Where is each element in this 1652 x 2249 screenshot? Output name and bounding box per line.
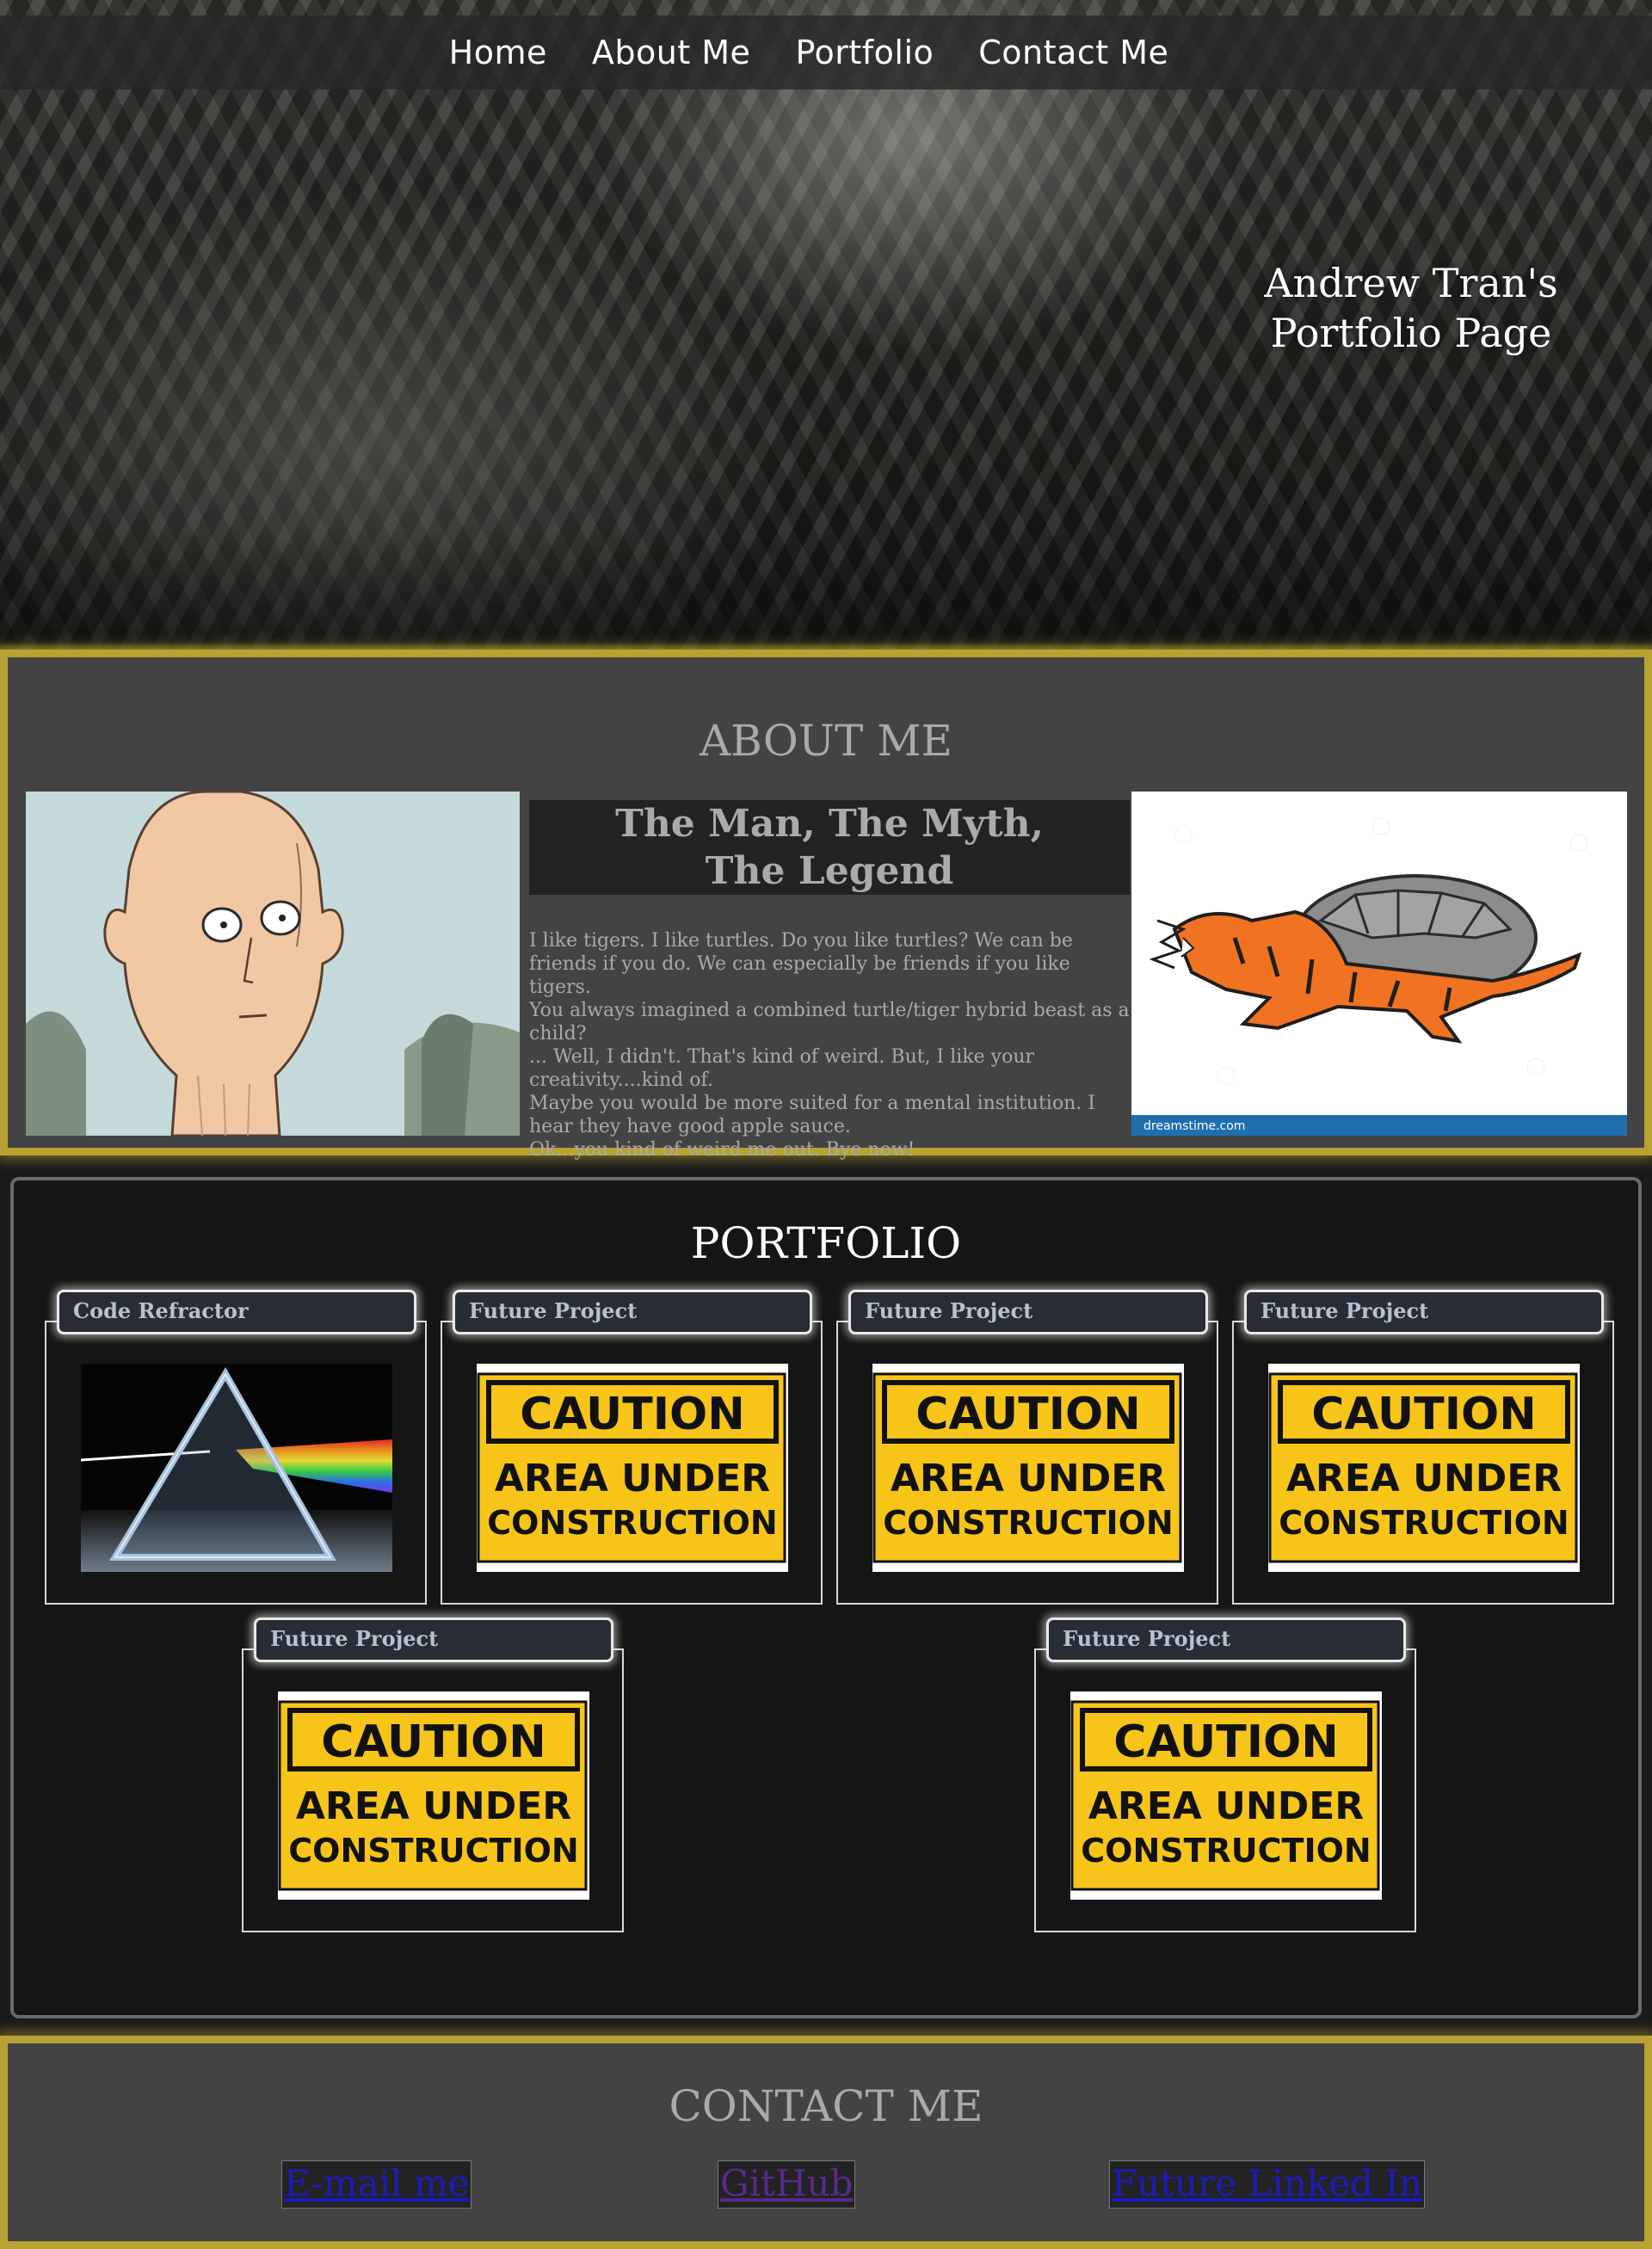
about-heading: ABOUT ME xyxy=(700,716,952,766)
caution-text: CAUTION xyxy=(321,1716,546,1768)
contact-section: CONTACT ME E-mail me GitHub Future Linke… xyxy=(0,2036,1652,2249)
caution-text-line3: CONSTRUCTION xyxy=(883,1504,1173,1542)
caution-sign-image[interactable]: CAUTION AREA UNDER CONSTRUCTION xyxy=(1070,1691,1382,1900)
prism-image[interactable] xyxy=(81,1364,392,1572)
card-title: Future Project xyxy=(1244,1290,1604,1334)
bald-hero-illustration xyxy=(26,792,520,1136)
caution-text-line3: CONSTRUCTION xyxy=(487,1504,777,1542)
hero-shade xyxy=(0,529,1652,650)
page-title: Andrew Tran's Portfolio Page xyxy=(1264,260,1558,356)
caution-sign: CAUTION AREA UNDER CONSTRUCTION xyxy=(477,1364,788,1572)
caution-text: CAUTION xyxy=(520,1389,745,1440)
caution-text-line3: CONSTRUCTION xyxy=(1279,1504,1569,1542)
linkedin-link[interactable]: Future Linked In xyxy=(1109,2160,1425,2209)
nav-about-link[interactable]: About Me xyxy=(592,34,751,71)
about-content: The Man, The Myth, The Legend I like tig… xyxy=(529,792,1130,1161)
about-section: ABOUT ME The Man, The Myth, The Legend I… xyxy=(0,650,1652,1161)
portfolio-card-future-project[interactable]: Future Project CAUTION AREA UNDER CONSTR… xyxy=(441,1290,823,1605)
nav-portfolio-link[interactable]: Portfolio xyxy=(795,34,934,71)
portfolio-card-future-project[interactable]: Future Project CAUTION AREA UNDER CONSTR… xyxy=(242,1617,624,1932)
caution-sign-image[interactable]: CAUTION AREA UNDER CONSTRUCTION xyxy=(1268,1364,1580,1572)
caution-sign: CAUTION AREA UNDER CONSTRUCTION xyxy=(1268,1364,1580,1572)
tiger-turtle-image: dreamstime.com xyxy=(1131,792,1627,1136)
caution-sign-image[interactable]: CAUTION AREA UNDER CONSTRUCTION xyxy=(872,1364,1184,1572)
prism-illustration xyxy=(81,1364,392,1572)
portfolio-section: PORTFOLIO Code Refractor Future Project … xyxy=(10,1177,1642,2018)
about-subheading: The Man, The Myth, The Legend xyxy=(529,800,1130,895)
about-paragraph: I like tigers. I like turtles. Do you li… xyxy=(529,930,1130,1161)
caution-text-line2: AREA UNDER xyxy=(495,1457,770,1500)
card-title: Future Project xyxy=(848,1290,1208,1334)
portfolio-card-future-project[interactable]: Future Project CAUTION AREA UNDER CONSTR… xyxy=(836,1290,1218,1605)
caution-text-line2: AREA UNDER xyxy=(296,1784,571,1828)
portfolio-card-future-project[interactable]: Future Project CAUTION AREA UNDER CONSTR… xyxy=(1034,1617,1416,1932)
hero-banner: Home About Me Portfolio Contact Me Andre… xyxy=(0,0,1652,650)
card-title: Future Project xyxy=(453,1290,812,1334)
caution-text-line3: CONSTRUCTION xyxy=(288,1832,578,1870)
caution-text: CAUTION xyxy=(1311,1389,1537,1440)
nav-links: Home About Me Portfolio Contact Me xyxy=(449,34,1169,71)
portfolio-card-future-project[interactable]: Future Project CAUTION AREA UNDER CONSTR… xyxy=(1232,1290,1614,1605)
navbar: Home About Me Portfolio Contact Me xyxy=(0,15,1652,89)
caution-text-line2: AREA UNDER xyxy=(1286,1457,1562,1500)
card-title: Future Project xyxy=(254,1617,613,1662)
card-title: Code Refractor xyxy=(57,1290,416,1334)
github-link[interactable]: GitHub xyxy=(718,2160,856,2209)
caution-text: CAUTION xyxy=(1113,1716,1339,1768)
portfolio-heading: PORTFOLIO xyxy=(690,1218,962,1268)
caution-sign: CAUTION AREA UNDER CONSTRUCTION xyxy=(1070,1691,1382,1900)
portfolio-card-code-refractor[interactable]: Code Refractor xyxy=(45,1290,427,1605)
dreamstime-watermark: dreamstime.com xyxy=(1143,1119,1245,1133)
hero-gold-glow xyxy=(0,643,1652,650)
caution-sign-image[interactable]: CAUTION AREA UNDER CONSTRUCTION xyxy=(477,1364,788,1572)
contact-heading: CONTACT ME xyxy=(669,2081,983,2131)
nav-home-link[interactable]: Home xyxy=(449,34,547,71)
caution-sign: CAUTION AREA UNDER CONSTRUCTION xyxy=(872,1364,1184,1572)
tiger-turtle-illustration: dreamstime.com xyxy=(1131,792,1627,1136)
caution-text-line2: AREA UNDER xyxy=(1088,1784,1364,1828)
caution-text-line3: CONSTRUCTION xyxy=(1081,1832,1371,1870)
caution-text-line2: AREA UNDER xyxy=(891,1457,1166,1500)
caution-text: CAUTION xyxy=(915,1389,1141,1440)
caution-sign: CAUTION AREA UNDER CONSTRUCTION xyxy=(278,1691,589,1900)
nav-contact-link[interactable]: Contact Me xyxy=(978,34,1168,71)
caution-sign-image[interactable]: CAUTION AREA UNDER CONSTRUCTION xyxy=(278,1691,589,1900)
bald-hero-image xyxy=(26,792,520,1136)
card-title: Future Project xyxy=(1046,1617,1406,1662)
email-link[interactable]: E-mail me xyxy=(281,2160,472,2209)
